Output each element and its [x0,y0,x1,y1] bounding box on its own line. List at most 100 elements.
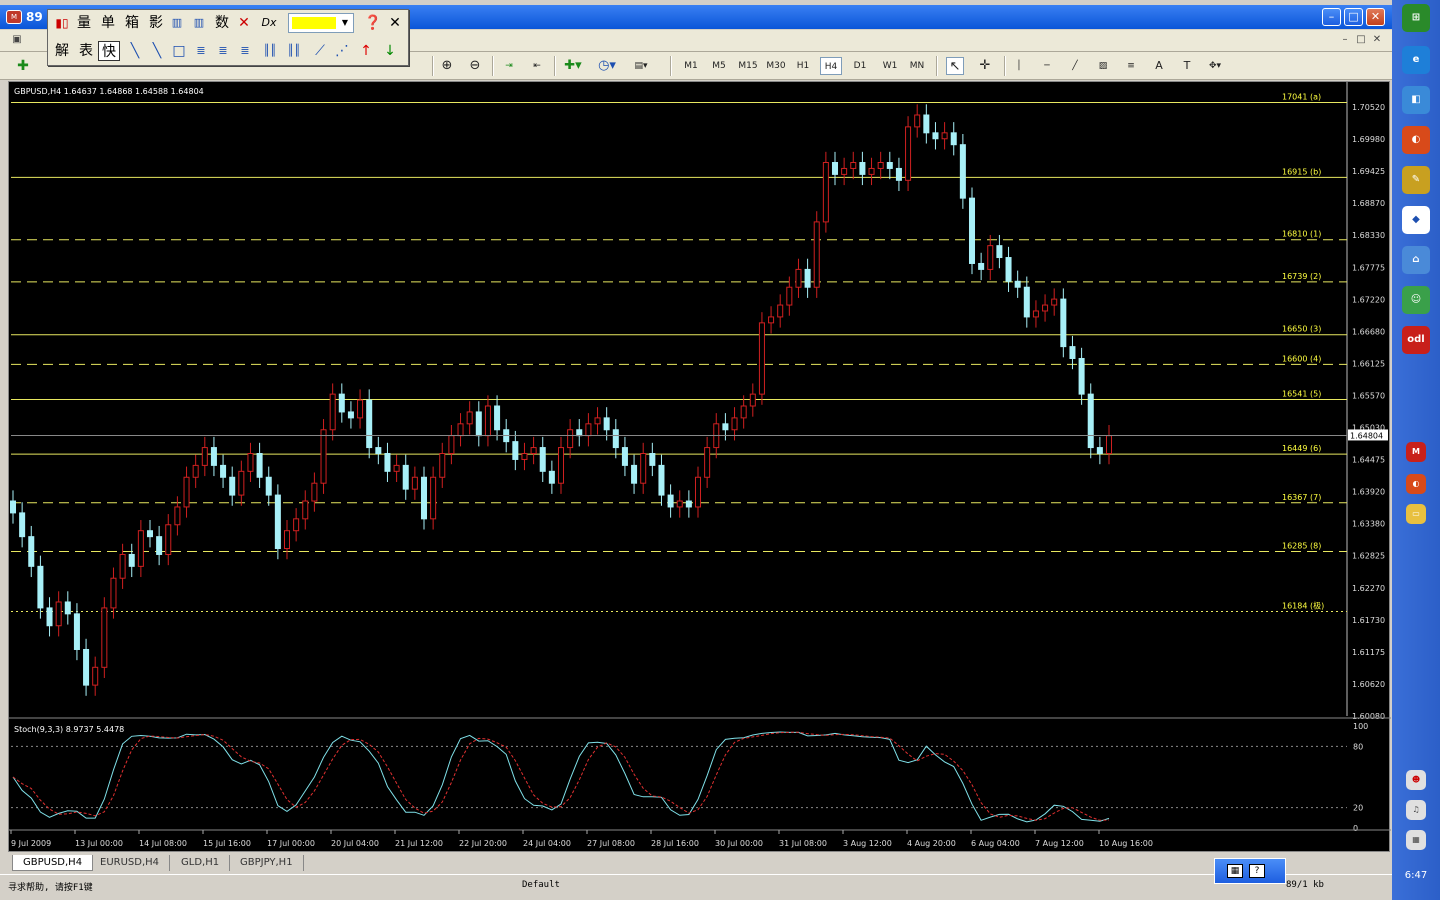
arrows-icon[interactable]: ✥▾ [1206,57,1224,75]
mdi-restore-button[interactable]: □ [1354,33,1368,47]
price-chart[interactable]: GBPUSD,H4 1.64637 1.64868 1.64588 1.6480… [8,81,1391,852]
arrow-down-icon[interactable]: ↓ [382,41,398,61]
tf-m5[interactable]: M5 [710,57,728,75]
ime-toolbar[interactable]: ▦ ? [1214,858,1286,884]
arrow-up-icon[interactable]: ↑ [358,41,374,61]
app5-icon[interactable]: ◆ [1402,206,1430,234]
tool-jie[interactable]: 解 [52,41,72,61]
tool-biao[interactable]: 表 [76,41,96,61]
time-axis-label: 3 Aug 12:00 [843,839,892,848]
tf-m30[interactable]: M30 [764,57,788,75]
candle-body [914,114,921,128]
cycle-icon[interactable]: ║║ [260,41,280,61]
candle-body [338,393,345,413]
windows-icon[interactable]: ⊞ [1402,4,1430,32]
candle-body [274,494,281,550]
tab-gld-h1[interactable]: GLD,H1 [171,855,231,871]
fib3-icon[interactable]: ≣ [236,41,254,61]
tool-shu[interactable]: 数 [212,13,232,33]
app2-icon[interactable]: ◧ [1402,86,1430,114]
zoom-in-icon[interactable]: ⊕ [438,57,456,75]
tf-w1[interactable]: W1 [879,57,901,75]
mdi-minimize-button[interactable]: – [1338,33,1352,47]
color-selector[interactable]: ▼ [288,13,354,33]
line2-icon[interactable]: ╲ [148,41,166,61]
candle-body [238,470,245,496]
cross-icon[interactable]: ✕ [234,13,254,33]
line-icon[interactable]: ╲ [126,41,144,61]
candle-body [128,553,135,567]
tab-gbpjpy-h1[interactable]: GBPJPY,H1 [230,855,304,871]
tf-h4[interactable]: H4 [820,57,842,75]
new-chart-icon[interactable]: ✚ [14,57,32,75]
mdi-close-button[interactable]: ✕ [1370,33,1384,47]
help-icon[interactable]: ? [1249,864,1265,878]
tool-liang[interactable]: 量 [74,13,94,33]
bars-icon[interactable]: ▥ [168,13,186,33]
vertical-line-icon[interactable]: │ [1010,57,1028,75]
float-close-icon[interactable]: ✕ [386,13,404,33]
auto-scroll-icon[interactable]: ⇥ [500,57,518,75]
bars2-icon[interactable]: ▥ [190,13,208,33]
crosshair-icon[interactable]: ✛ [976,57,994,75]
text-icon[interactable]: A [1150,57,1168,75]
tray3-icon[interactable]: ▦ [1406,830,1426,850]
rect-icon[interactable]: □ [170,41,188,61]
horizontal-line-icon[interactable]: ─ [1038,57,1056,75]
tf-h1[interactable]: H1 [794,57,812,75]
close-button[interactable]: ✕ [1366,8,1385,26]
templates-icon[interactable]: ▤▾ [632,57,650,75]
tool-kuai[interactable]: 快 [98,41,120,61]
small-app1-icon[interactable]: M [1406,442,1426,462]
candle-body [631,464,638,484]
zoom-out-icon[interactable]: ⊖ [466,57,484,75]
minimize-button[interactable]: – [1322,8,1341,26]
tab-gbpusd-h4[interactable]: GBPUSD,H4 [12,855,94,871]
fan-icon[interactable]: ⟋ [310,41,330,61]
odl-icon[interactable]: odl [1402,326,1430,354]
cursor-icon[interactable]: ↖ [946,57,964,75]
indicators-icon[interactable]: ✚▾ [564,57,582,75]
ie-icon[interactable]: e [1402,46,1430,74]
candle-body [19,512,26,538]
fib-icon[interactable]: ≣ [192,41,210,61]
tf-d1[interactable]: D1 [849,57,871,75]
tf-m1[interactable]: M1 [682,57,700,75]
chart-canvas: GBPUSD,H4 1.64637 1.64868 1.64588 1.6480… [9,82,1391,848]
tf-m15[interactable]: M15 [736,57,760,75]
tool-xiang[interactable]: 箱 [122,13,142,33]
candle-body [1087,393,1094,449]
channel-icon[interactable]: ▨ [1094,57,1112,75]
tray1-icon[interactable]: ☻ [1406,770,1426,790]
tray2-icon[interactable]: ♫ [1406,800,1426,820]
candle-body [676,500,683,508]
candle-icon[interactable]: ▮▯ [52,13,72,33]
tool-ying[interactable]: 影 [146,13,166,33]
fib2-icon[interactable]: ≣ [214,41,232,61]
small-app2-icon[interactable]: ◐ [1406,474,1426,494]
candle-body [877,162,884,169]
candle-body [475,411,482,437]
cycle2-icon[interactable]: ║║ [284,41,304,61]
candle-body [704,447,711,478]
help-circle-icon[interactable]: ❓ [364,13,382,33]
tf-mn[interactable]: MN [906,57,928,75]
periods-icon[interactable]: ◷▾ [598,57,616,75]
users-icon[interactable]: ☺ [1402,286,1430,314]
trendline-icon[interactable]: ╱ [1066,57,1084,75]
candle-body [777,304,784,318]
maximize-button[interactable]: □ [1344,8,1363,26]
text-label-icon[interactable]: T [1178,57,1196,75]
app3-icon[interactable]: ◐ [1402,126,1430,154]
tab-eurusd-h4[interactable]: EURUSD,H4 [90,855,171,871]
dx-icon[interactable]: Dx [258,13,280,33]
app4-icon[interactable]: ✎ [1402,166,1430,194]
gann-icon[interactable]: ⋰ [332,41,352,61]
candle-body [539,447,546,472]
app6-icon[interactable]: ⌂ [1402,246,1430,274]
folder-icon[interactable]: ▭ [1406,504,1426,524]
chart-shift-icon[interactable]: ⇤ [528,57,546,75]
keyboard-icon[interactable]: ▦ [1227,864,1243,878]
fibonacci-icon[interactable]: ≡ [1122,57,1140,75]
tool-dan[interactable]: 单 [98,13,118,33]
